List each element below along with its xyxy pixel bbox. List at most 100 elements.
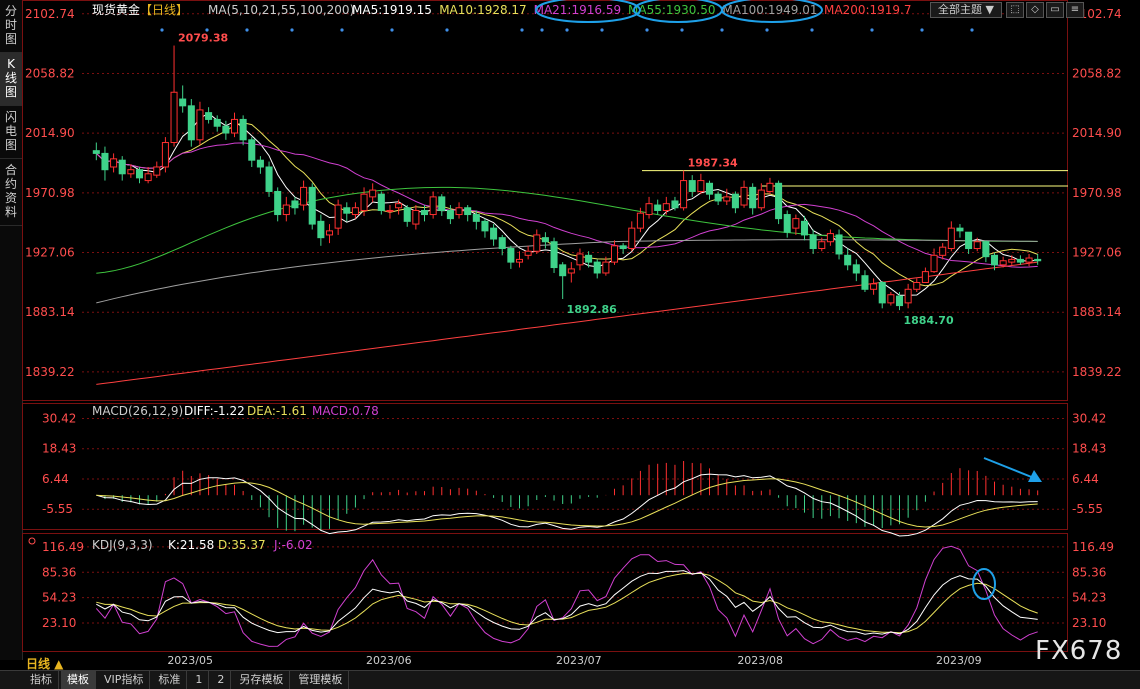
candle-body <box>654 204 662 211</box>
event-marker-dot <box>920 28 924 32</box>
candle-body <box>602 261 610 274</box>
ma-line-5 <box>95 112 1038 296</box>
candle-body <box>930 254 938 273</box>
ma-settings: MA(5,10,21,55,100,200) <box>208 3 354 17</box>
kdj-tick-left: 23.10 <box>42 616 76 630</box>
candle-body <box>550 241 558 269</box>
event-marker-dot <box>565 28 569 32</box>
macd-tick-right: 30.42 <box>1072 412 1106 426</box>
candle-body <box>1034 258 1042 262</box>
candle-body <box>1016 258 1024 263</box>
candle-body <box>515 258 524 263</box>
candle-body <box>308 186 316 225</box>
event-marker-dot <box>680 28 684 32</box>
candle-body <box>818 241 826 250</box>
candle-body <box>593 261 601 274</box>
price-tick-left: 2014.90 <box>25 126 75 140</box>
event-marker-dot <box>205 28 209 32</box>
candle-body <box>110 158 118 168</box>
bottom-tab-2[interactable]: VIP指标 <box>98 671 151 689</box>
ma-value-0: MA5:1919.15 <box>352 3 432 17</box>
bottom-tab-5[interactable]: 2 <box>211 671 232 689</box>
price-annotation-0: 2079.38 <box>178 32 228 45</box>
macd-dea-line <box>96 478 1038 528</box>
candle-body <box>585 254 593 263</box>
candle-body <box>990 254 999 266</box>
candle-body <box>386 209 394 212</box>
price-tick-right: 2014.90 <box>1072 126 1122 140</box>
ma-value-1: MA10:1928.17 <box>439 3 527 17</box>
candle-body <box>757 189 765 209</box>
candle-body <box>852 264 860 274</box>
kdj-d-value: D:35.37 <box>218 538 266 552</box>
side-tab-0[interactable]: 分时图 <box>0 0 22 53</box>
candle-body <box>731 193 739 209</box>
candle-body <box>904 288 912 304</box>
toolbar-button-4[interactable]: ≡ <box>1066 2 1084 18</box>
kdj-settings-icon <box>28 537 36 545</box>
candle-body <box>895 295 904 307</box>
candle-body <box>196 109 204 141</box>
bottom-tab-4[interactable]: 1 <box>189 671 210 689</box>
candle-body <box>351 207 359 216</box>
chevron-down-icon: ▼ <box>985 3 994 16</box>
kdj-k-line <box>96 570 1038 635</box>
ma-line-55 <box>96 186 1038 274</box>
toolbar-button-3[interactable]: ▭ <box>1046 2 1064 18</box>
price-annotation-2: 1892.86 <box>567 303 617 316</box>
ma-value-2: MA21:1916.59 <box>534 3 622 17</box>
candle-body <box>187 105 195 141</box>
kdj-tick-left: 85.36 <box>42 565 76 579</box>
bottom-tab-0[interactable]: 指标 <box>24 671 59 689</box>
candle-body <box>274 190 282 216</box>
x-axis-label-0: 2023/05 <box>167 654 213 667</box>
kdj-tick-left: 54.23 <box>42 591 76 605</box>
candle-body <box>481 220 489 232</box>
side-tab-1[interactable]: K线图 <box>0 53 22 106</box>
toolbar-button-1[interactable]: ⬚ <box>1006 2 1024 18</box>
kdj-j-line <box>95 545 1038 647</box>
side-tab-2[interactable]: 闪电图 <box>0 106 22 159</box>
price-tick-left: 2058.82 <box>25 66 75 80</box>
kdj-tick-right: 85.36 <box>1072 565 1106 579</box>
side-tab-3[interactable]: 合约资料 <box>0 159 22 226</box>
candle-body <box>334 204 342 229</box>
candle-body <box>766 182 774 192</box>
event-marker-dot <box>870 28 874 32</box>
candle-body <box>205 112 213 120</box>
event-marker-dot <box>720 28 724 32</box>
candle-body <box>947 227 955 250</box>
x-axis-label-1: 2023/06 <box>366 654 412 667</box>
bottom-tab-6[interactable]: 另存模板 <box>233 671 291 689</box>
candle-body <box>749 186 757 209</box>
candle-body <box>921 271 929 283</box>
event-marker-dot <box>160 28 164 32</box>
candle-body <box>179 98 187 107</box>
candle-body <box>541 237 549 243</box>
bottom-tab-3[interactable]: 标准 <box>152 671 188 689</box>
x-axis-label-4: 2023/09 <box>936 654 982 667</box>
candle-body <box>973 241 981 250</box>
candle-body <box>861 275 869 290</box>
bottom-tab-1[interactable]: 模板 <box>61 671 96 689</box>
candle-body <box>965 231 973 250</box>
toolbar-button-2[interactable]: ◇ <box>1026 2 1044 18</box>
candle-body <box>300 186 308 206</box>
instrument-name: 现货黄金 <box>92 2 140 17</box>
candle-body <box>628 227 636 250</box>
macd-tick-left: 18.43 <box>42 442 76 456</box>
candle-body <box>714 193 722 202</box>
candle-body <box>705 182 714 195</box>
watermark-logo: FX678 <box>1035 636 1123 666</box>
candle-body <box>800 220 809 236</box>
price-tick-left: 1927.06 <box>25 246 75 260</box>
candle-body <box>403 207 411 222</box>
theme-select[interactable]: 全部主题 ▼ <box>930 2 1002 18</box>
macd-label: MACD(26,12,9) <box>92 404 183 418</box>
event-marker-dot <box>540 28 544 32</box>
event-marker-dot <box>290 28 294 32</box>
bottom-tab-7[interactable]: 管理模板 <box>292 671 350 689</box>
candle-body <box>723 196 731 202</box>
kdj-tick-left: 116.49 <box>42 540 84 554</box>
candle-body <box>92 150 100 154</box>
